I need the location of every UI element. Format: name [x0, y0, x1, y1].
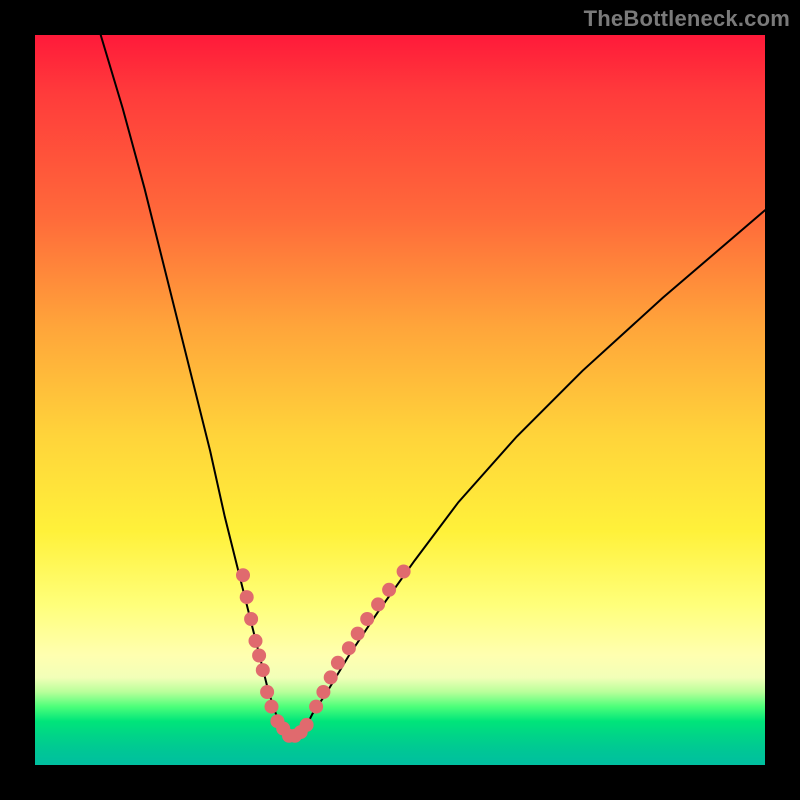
curve-dot	[351, 627, 365, 641]
curve-dots-group	[236, 565, 411, 743]
curve-dot	[260, 685, 274, 699]
chart-outer-frame: TheBottleneck.com	[0, 0, 800, 800]
curve-dot	[300, 718, 314, 732]
bottleneck-curve	[101, 35, 765, 736]
curve-dot	[360, 612, 374, 626]
curve-dot	[382, 583, 396, 597]
curve-dot	[309, 700, 323, 714]
curve-dot	[249, 634, 263, 648]
curve-dot	[371, 597, 385, 611]
curve-dot	[331, 656, 345, 670]
curve-layer	[35, 35, 765, 765]
curve-dot	[240, 590, 254, 604]
curve-dot	[397, 565, 411, 579]
curve-dot	[324, 670, 338, 684]
plot-area	[35, 35, 765, 765]
curve-dot	[256, 663, 270, 677]
curve-dot	[342, 641, 356, 655]
watermark-text: TheBottleneck.com	[584, 6, 790, 32]
curve-dot	[236, 568, 250, 582]
curve-dot	[244, 612, 258, 626]
curve-dot	[316, 685, 330, 699]
curve-dot	[252, 649, 266, 663]
curve-dot	[265, 700, 279, 714]
